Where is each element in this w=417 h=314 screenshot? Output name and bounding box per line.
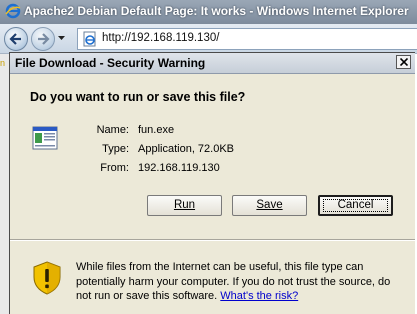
application-file-icon	[32, 126, 58, 150]
back-arrow-icon	[9, 33, 21, 45]
focus-rectangle	[323, 199, 388, 212]
address-url: http://192.168.119.130/	[102, 32, 220, 44]
dialog-title: File Download - Security Warning	[15, 56, 206, 70]
forward-arrow-icon	[38, 33, 50, 45]
close-button[interactable]	[396, 55, 411, 69]
address-bar[interactable]: http://192.168.119.130/	[77, 28, 417, 50]
page-fragment-text: n	[0, 58, 6, 68]
security-warning-text: While files from the Internet can be use…	[76, 260, 406, 304]
type-label: Type:	[102, 143, 129, 155]
ie-logo-icon	[5, 3, 21, 19]
from-label: From:	[100, 162, 129, 174]
dialog-divider	[10, 239, 415, 241]
run-button-label: Run	[173, 199, 196, 211]
cancel-button[interactable]: Cancel	[318, 195, 393, 216]
close-icon	[400, 58, 408, 66]
dialog-titlebar[interactable]: File Download - Security Warning	[10, 53, 415, 74]
forward-button[interactable]	[31, 27, 55, 51]
ie-window-titlebar[interactable]: Apache2 Debian Default Page: It works - …	[0, 0, 417, 24]
save-button-label: Save	[256, 199, 283, 211]
security-shield-icon	[33, 261, 61, 295]
window-title: Apache2 Debian Default Page: It works - …	[24, 4, 409, 18]
file-source-value: 192.168.119.130	[138, 162, 220, 174]
run-button[interactable]: Run	[147, 195, 222, 216]
save-button[interactable]: Save	[232, 195, 307, 216]
page-icon	[83, 31, 96, 47]
ie-navigation-bar: http://192.168.119.130/	[0, 24, 417, 54]
name-label: Name:	[96, 124, 129, 136]
file-download-dialog: File Download - Security Warning Do you …	[9, 52, 415, 314]
page-edge	[0, 54, 9, 314]
file-name-value: fun.exe	[138, 124, 175, 136]
whats-the-risk-link[interactable]: What's the risk?	[220, 290, 298, 302]
file-type-value: Application, 72.0KB	[138, 143, 235, 155]
back-button[interactable]	[4, 27, 28, 51]
dialog-question: Do you want to run or save this file?	[30, 90, 246, 104]
dropdown-arrow-icon[interactable]	[57, 33, 66, 42]
